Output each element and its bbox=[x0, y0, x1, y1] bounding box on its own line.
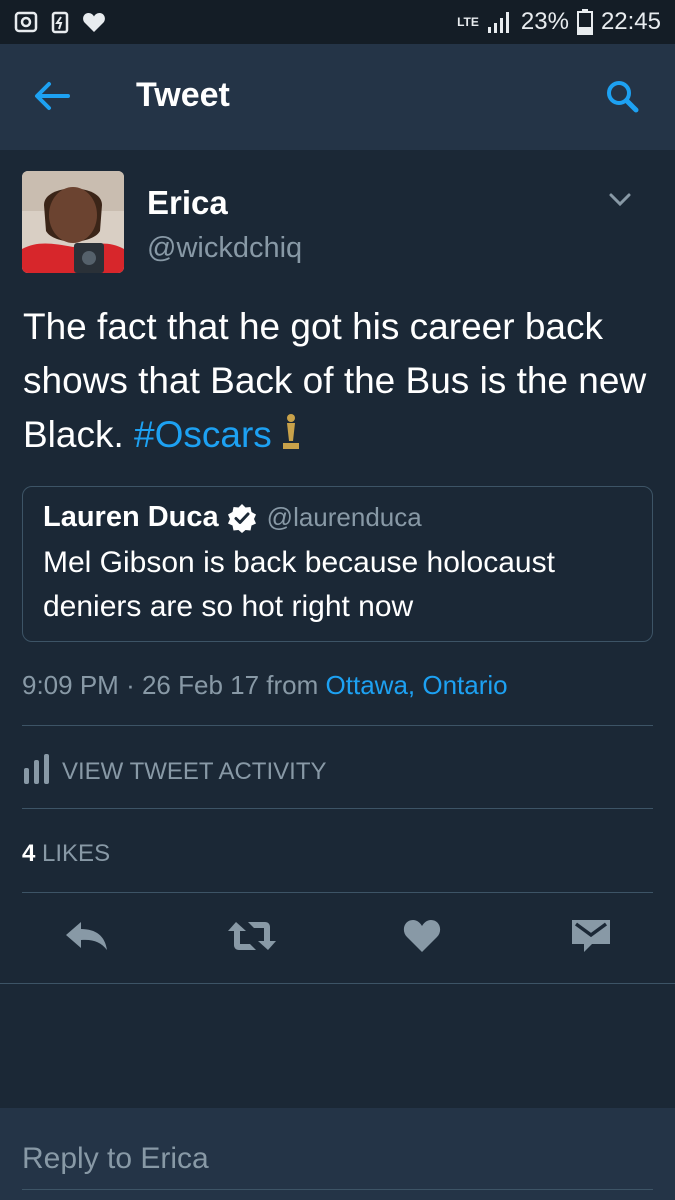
verified-badge-icon bbox=[227, 503, 257, 533]
network-type: LTE bbox=[457, 14, 479, 29]
bar-chart-icon bbox=[22, 752, 52, 791]
retweet-button[interactable] bbox=[226, 914, 278, 962]
likes-number: 4 bbox=[22, 840, 36, 867]
from-label: from bbox=[266, 670, 319, 700]
search-button[interactable] bbox=[598, 74, 646, 122]
author-name[interactable]: Erica bbox=[147, 184, 228, 222]
divider bbox=[0, 983, 675, 984]
clock: 22:45 bbox=[600, 8, 661, 35]
quoted-tweet-text: Mel Gibson is back because holocaust den… bbox=[43, 546, 555, 623]
app-header: Tweet bbox=[0, 44, 675, 150]
author-handle[interactable]: @wickdchiq bbox=[147, 232, 302, 265]
quoted-author-name: Lauren Duca bbox=[43, 501, 219, 533]
reply-input[interactable] bbox=[22, 1128, 653, 1190]
status-bar: LTE 23% 22:45 bbox=[0, 0, 675, 44]
location-link[interactable]: Ottawa, Ontario bbox=[326, 670, 508, 700]
arrow-left-icon bbox=[34, 81, 70, 116]
retweet-icon bbox=[226, 919, 278, 958]
tweet-meta: 9:09 PM · 26 Feb 17 from Ottawa, Ontario bbox=[22, 670, 508, 701]
likes-count[interactable]: 4 LIKES bbox=[22, 840, 110, 868]
avatar[interactable] bbox=[22, 171, 124, 273]
tweet-date: 26 Feb 17 bbox=[141, 670, 260, 700]
tweet-body: The fact that he got his career back sho… bbox=[23, 306, 647, 455]
search-icon bbox=[605, 79, 639, 118]
direct-message-button[interactable] bbox=[565, 914, 617, 962]
status-left bbox=[14, 10, 106, 34]
tweet-time: 9:09 PM bbox=[22, 670, 119, 700]
status-right: LTE 23% 22:45 bbox=[457, 8, 661, 36]
battery-saver-icon bbox=[50, 10, 70, 34]
divider bbox=[22, 892, 653, 893]
heart-icon bbox=[402, 918, 442, 959]
back-button[interactable] bbox=[30, 76, 74, 120]
like-button[interactable] bbox=[396, 914, 448, 962]
hashtag-link[interactable]: #Oscars bbox=[134, 414, 272, 455]
screenshot-icon bbox=[14, 10, 38, 34]
battery-icon bbox=[576, 9, 593, 35]
divider bbox=[22, 808, 653, 809]
activity-label: VIEW TWEET ACTIVITY bbox=[62, 757, 327, 785]
reply-icon bbox=[63, 920, 109, 957]
envelope-icon bbox=[570, 918, 612, 959]
page-title: Tweet bbox=[136, 76, 230, 114]
heart-notification-icon bbox=[82, 11, 106, 33]
reply-bar bbox=[0, 1108, 675, 1200]
chevron-down-icon bbox=[608, 192, 632, 213]
battery-percent: 23% bbox=[520, 8, 569, 35]
oscar-statuette-icon bbox=[280, 412, 302, 466]
quoted-tweet[interactable]: Lauren Duca @laurenduca Mel Gibson is ba… bbox=[22, 486, 653, 642]
reply-button[interactable] bbox=[60, 914, 112, 962]
tweet-options-button[interactable] bbox=[604, 186, 636, 218]
quoted-tweet-header: Lauren Duca @laurenduca bbox=[43, 501, 422, 534]
quoted-author-handle: @laurenduca bbox=[266, 502, 422, 532]
meta-separator: · bbox=[126, 670, 135, 700]
view-tweet-activity-button[interactable]: VIEW TWEET ACTIVITY bbox=[22, 752, 326, 791]
tweet-text: The fact that he got his career back sho… bbox=[23, 300, 653, 466]
divider bbox=[22, 725, 653, 726]
likes-label: LIKES bbox=[42, 840, 111, 867]
signal-icon bbox=[487, 10, 513, 34]
